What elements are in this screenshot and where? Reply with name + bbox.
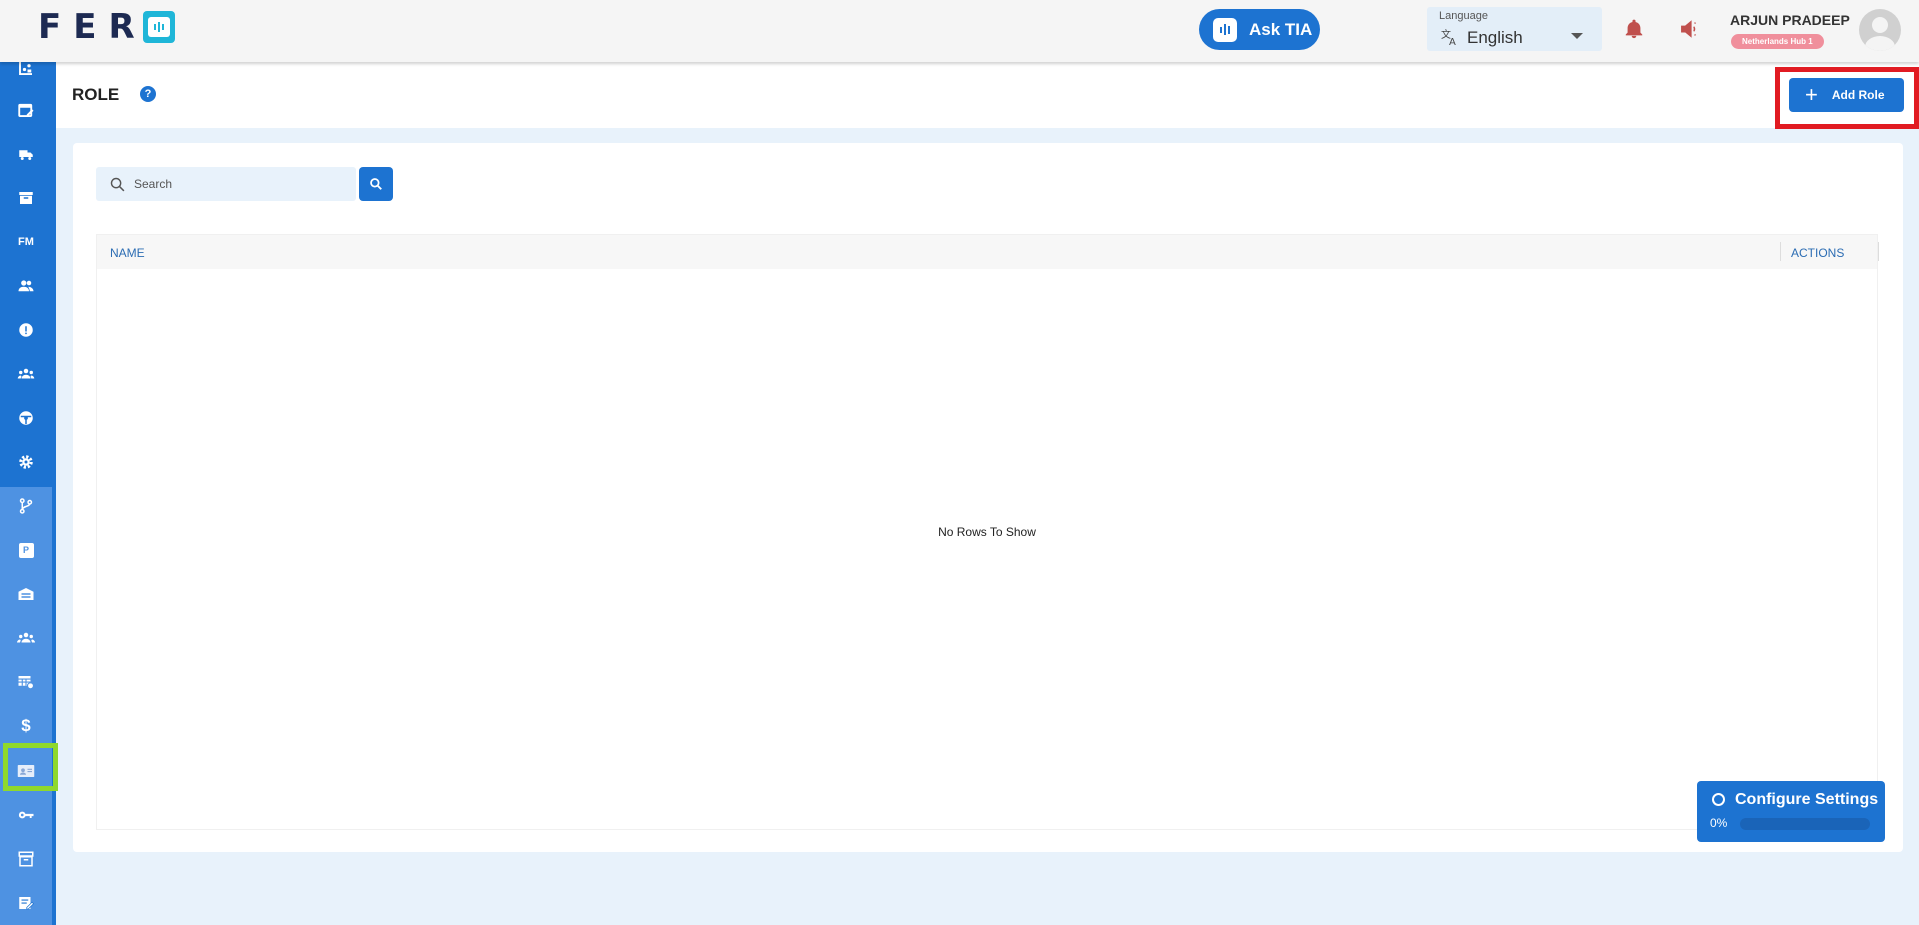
svg-text:A: A (1449, 37, 1456, 47)
progress-circle-icon (1712, 793, 1725, 806)
user-name: ARJUN PRADEEP (1730, 12, 1850, 28)
search-input[interactable] (134, 167, 349, 201)
box-icon (18, 851, 34, 867)
sidebar-item-fm[interactable]: FM (0, 224, 52, 260)
sidebar-item-delivery[interactable] (0, 136, 52, 172)
configure-progress-label: 0% (1710, 816, 1728, 830)
add-role-label: Add Role (1831, 88, 1885, 102)
hub-badge[interactable]: Netherlands Hub 1 (1731, 34, 1824, 49)
fm-icon: FM (18, 236, 34, 248)
language-select[interactable]: Language 文A English (1427, 7, 1602, 51)
sidebar-item-branches[interactable] (0, 488, 52, 524)
top-bar: FER Ask TIA Language 文A English ARJUN PR… (0, 0, 1919, 62)
sidebar-item-users[interactable] (0, 268, 52, 304)
sidebar-item-settings[interactable] (0, 444, 52, 480)
calendar-edit-icon (18, 103, 34, 117)
sidebar-item-team[interactable] (0, 356, 52, 392)
logo-text: FER (38, 7, 147, 47)
sidebar-item-groups[interactable] (0, 620, 52, 656)
ask-tia-button[interactable]: Ask TIA (1199, 9, 1320, 50)
table-header: NAME ACTIONS (97, 235, 1879, 269)
sidebar-item-table-settings[interactable] (0, 664, 52, 700)
chevron-down-icon (1571, 33, 1583, 39)
sidebar-item-billing[interactable]: $ (0, 708, 52, 744)
users-icon (18, 280, 34, 292)
column-resize-handle[interactable] (1780, 242, 1781, 261)
translate-icon: 文A (1440, 27, 1460, 52)
archive-icon (19, 192, 33, 204)
team-icon (17, 368, 35, 379)
note-edit-icon (19, 897, 35, 910)
configure-settings-widget[interactable]: Configure Settings 0% (1697, 781, 1885, 842)
voice-bars-icon (1213, 17, 1237, 42)
dollar-icon: $ (21, 716, 31, 735)
configure-settings-title: Configure Settings (1735, 791, 1879, 808)
sidebar-item-inventory[interactable] (0, 180, 52, 216)
sidebar-item-calendar[interactable] (0, 92, 52, 128)
group-icon (17, 632, 35, 643)
logo-mark-icon (142, 11, 175, 43)
search-icon (370, 178, 382, 190)
roles-card: NAME ACTIONS No Rows To Show (73, 143, 1903, 852)
app-logo[interactable]: FER (38, 7, 175, 47)
column-header-name[interactable]: NAME (110, 246, 145, 260)
search-box (96, 167, 356, 201)
column-header-actions[interactable]: ACTIONS (1791, 246, 1844, 260)
megaphone-icon[interactable] (1678, 18, 1702, 40)
search-icon (110, 177, 125, 192)
table-settings-icon (18, 676, 35, 690)
sidebar-item-keys[interactable] (0, 797, 52, 833)
sidebar-item-drivers[interactable] (0, 400, 52, 436)
sidebar-item-notes[interactable] (0, 885, 52, 921)
sidebar-active-highlight (3, 743, 58, 791)
sidebar-item-storage[interactable] (0, 841, 52, 877)
empty-table-message: No Rows To Show (938, 525, 1036, 539)
sidebar-item-info[interactable] (0, 312, 52, 348)
configure-progress-bar (1740, 818, 1870, 830)
info-icon (19, 323, 33, 337)
notification-bell-icon[interactable] (1623, 17, 1645, 41)
column-resize-handle[interactable] (1878, 242, 1879, 261)
plus-icon: + (1805, 82, 1818, 107)
sidebar: FM P $ (0, 62, 56, 925)
avatar[interactable] (1859, 9, 1901, 51)
ask-tia-label: Ask TIA (1249, 19, 1313, 39)
key-icon (18, 811, 34, 819)
language-value: English (1467, 28, 1523, 47)
driver-icon (19, 411, 33, 425)
sidebar-item-parking[interactable]: P (0, 532, 52, 568)
settings-icon (19, 455, 33, 469)
truck-icon (19, 150, 33, 160)
page-header: ROLE ? (56, 62, 1919, 128)
search-button[interactable] (359, 167, 393, 201)
help-icon[interactable]: ? (140, 86, 156, 102)
parking-icon: P (18, 542, 34, 558)
add-role-button[interactable]: + Add Role (1789, 78, 1904, 112)
branch-icon (19, 498, 33, 514)
roles-table: NAME ACTIONS No Rows To Show (96, 234, 1879, 830)
page-title: ROLE (72, 85, 120, 104)
warehouse-icon (18, 588, 34, 600)
language-label: Language (1439, 10, 1488, 22)
sidebar-item-warehouse[interactable] (0, 576, 52, 612)
